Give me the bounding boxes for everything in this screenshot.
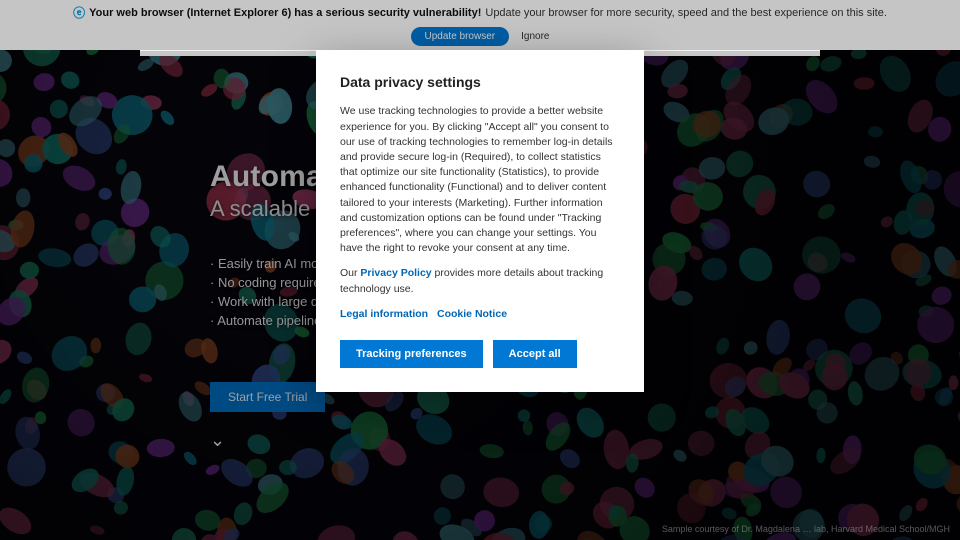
browser-update-banner: ⓔ Your web browser (Internet Explorer 6)… [0,0,960,50]
modal-links: Legal information Cookie Notice [340,307,620,322]
tracking-preferences-button[interactable]: Tracking preferences [340,340,483,368]
banner-text: Update your browser for more security, s… [485,7,887,19]
modal-body: We use tracking technologies to provide … [340,104,620,256]
banner-bold: Your web browser (Internet Explorer 6) h… [89,7,481,19]
modal-title: Data privacy settings [340,72,620,92]
ie-icon: ⓔ [73,4,85,21]
modal-policy-line: Our Privacy Policy provides more details… [340,266,620,296]
privacy-modal: Data privacy settings We use tracking te… [316,50,644,392]
update-browser-button[interactable]: Update browser [411,27,510,46]
legal-information-link[interactable]: Legal information [340,308,428,320]
privacy-policy-link[interactable]: Privacy Policy [360,267,431,279]
ignore-link[interactable]: Ignore [521,31,549,42]
accept-all-button[interactable]: Accept all [493,340,577,368]
cookie-notice-link[interactable]: Cookie Notice [437,308,507,320]
